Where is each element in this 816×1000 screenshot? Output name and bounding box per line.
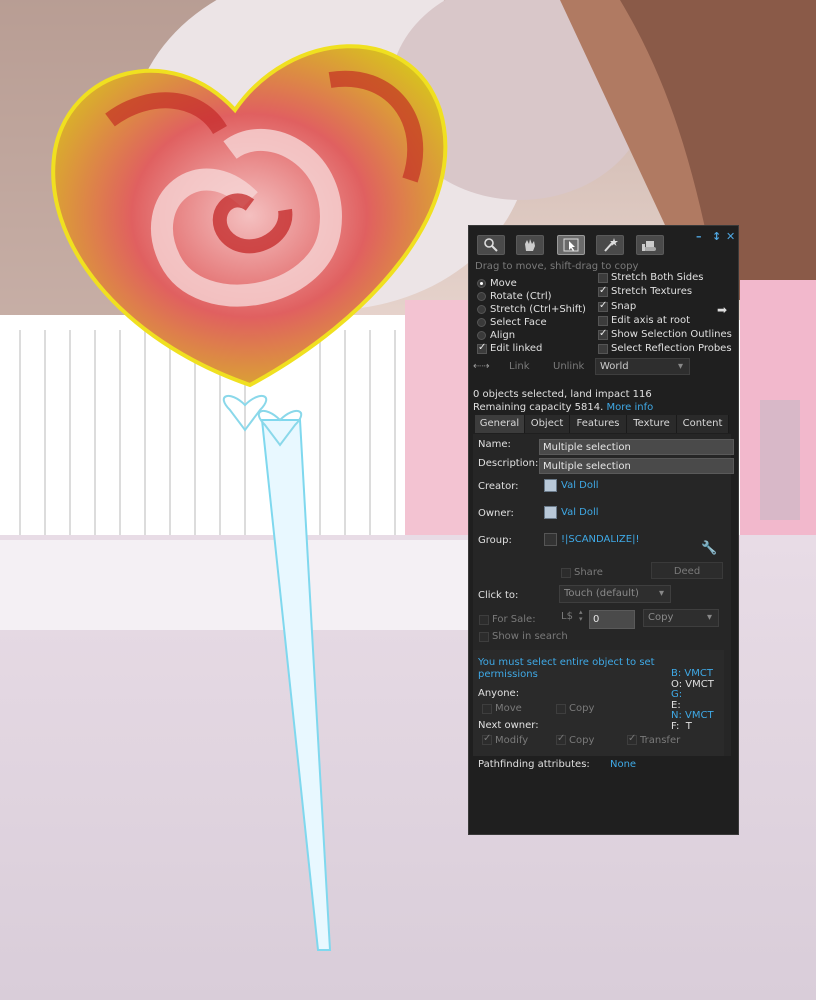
close-icon[interactable]: ✕ [726,230,735,243]
link-arrows-icon[interactable]: ⇠⇢ [473,361,490,372]
anyone-copy-checkbox[interactable] [556,704,566,714]
stretch-radio[interactable] [477,305,486,314]
anyone-label: Anyone: [478,688,520,699]
more-info-link[interactable]: More info [607,402,654,413]
sale-price-field[interactable]: 0 [589,610,635,629]
select-face-radio[interactable] [477,318,486,327]
select-reflection-probes-checkbox[interactable] [598,344,608,354]
snap-checkbox[interactable] [598,300,608,312]
tab-object[interactable]: Object [525,415,570,433]
edit-linked-label[interactable]: Edit linked [490,343,542,354]
for-sale-checkbox[interactable] [479,615,489,625]
anyone-move-checkbox[interactable] [482,704,492,714]
price-spinner-icon[interactable]: ▴ ▾ [579,609,583,623]
click-action-dropdown[interactable]: Touch (default) [559,585,671,603]
tab-texture[interactable]: Texture [627,415,677,433]
wrench-set-group-icon[interactable]: 🔧 [701,541,717,556]
focus-tool-button[interactable] [477,235,505,255]
next-owner-copy-label: Copy [569,735,595,746]
link-button[interactable]: Link [509,361,529,372]
grid-options-arrow-icon[interactable]: ➡ [717,303,727,317]
build-tools-floater: – ↕ ✕ Drag to move, shift-drag to copy M… [468,225,739,835]
pathfinding-value: None [610,759,637,770]
next-owner-modify-checkbox[interactable] [482,733,492,745]
align-radio[interactable] [477,331,486,340]
next-owner-modify-label: Modify [495,735,529,746]
name-label: Name: [478,439,511,450]
currency-label: L$ [561,611,573,622]
creator-label: Creator: [478,481,519,492]
select-reflection-probes-label[interactable]: Select Reflection Probes [611,343,732,354]
creator-link[interactable]: Val Doll [561,480,599,491]
next-owner-transfer-label: Transfer [640,735,681,746]
edit-axis-at-root-label[interactable]: Edit axis at root [611,315,690,326]
object-name-field[interactable]: Multiple selection [539,439,734,455]
tab-general[interactable]: General [475,415,525,433]
ruler-mode-dropdown[interactable]: World [595,358,690,375]
tab-content[interactable]: Content [677,415,729,433]
select-face-radio-label[interactable]: Select Face [490,317,547,328]
sale-type-dropdown[interactable]: Copy [643,609,719,627]
next-owner-transfer-checkbox[interactable] [627,733,637,745]
owner-link[interactable]: Val Doll [561,507,599,518]
next-owner-label: Next owner: [478,720,539,731]
share-label[interactable]: Share [574,567,603,578]
pathfinding-label: Pathfinding attributes: [478,759,590,770]
group-link[interactable]: !|SCANDALIZE|! [561,534,639,545]
show-selection-outlines-checkbox[interactable] [598,328,608,340]
stretch-both-sides-checkbox[interactable] [598,273,608,283]
anyone-move-label: Move [495,703,522,714]
tab-features[interactable]: Features [570,415,627,433]
object-description-field[interactable]: Multiple selection [539,458,734,474]
group-avatar [544,533,557,546]
create-tool-button[interactable] [596,235,624,255]
owner-avatar [544,506,557,519]
next-owner-copy-checkbox[interactable] [556,733,566,745]
move-tool-button[interactable] [516,235,544,255]
show-in-search-checkbox[interactable] [479,632,489,642]
land-tool-button[interactable] [636,235,664,255]
show-selection-outlines-label[interactable]: Show Selection Outlines [611,329,732,340]
edit-axis-at-root-checkbox[interactable] [598,316,608,326]
owner-label: Owner: [478,508,514,519]
perm-code-folded: F: T [671,720,692,732]
minimize-icon[interactable]: – [696,230,702,243]
snap-label[interactable]: Snap [611,301,636,312]
rotate-radio[interactable] [477,292,486,301]
stretch-textures-label[interactable]: Stretch Textures [611,286,692,297]
permission-codes: B: VMCT O: VMCT G: E: N: VMCT F: T [671,668,714,732]
dock-arrows-icon[interactable]: ↕ [712,230,721,243]
rotate-radio-label[interactable]: Rotate (Ctrl) [490,291,552,302]
move-radio[interactable] [477,279,486,288]
permissions-notice: You must select entire object to set per… [478,657,655,680]
anyone-copy-label: Copy [569,703,595,714]
stretch-both-sides-label[interactable]: Stretch Both Sides [611,272,704,283]
creator-avatar [544,479,557,492]
stretch-textures-checkbox[interactable] [598,285,608,297]
click-to-label: Click to: [478,590,519,601]
deed-button[interactable]: Deed [651,562,723,579]
selection-status: 0 objects selected, land impact 116 [473,389,652,400]
move-radio-label[interactable]: Move [490,278,517,289]
remaining-capacity: Remaining capacity 5814. More info [473,402,653,413]
unlink-button[interactable]: Unlink [553,361,584,372]
group-label: Group: [478,535,512,546]
for-sale-label: For Sale: [492,614,536,625]
stretch-radio-label[interactable]: Stretch (Ctrl+Shift) [490,304,586,315]
show-in-search-label: Show in search [492,631,568,642]
edit-tool-button[interactable] [557,235,585,255]
align-radio-label[interactable]: Align [490,330,515,341]
edit-linked-checkbox[interactable] [477,342,487,354]
tool-hint: Drag to move, shift-drag to copy [475,261,639,272]
description-label: Description: [478,458,539,469]
remaining-capacity-text: Remaining capacity 5814. [473,402,604,413]
share-checkbox[interactable] [561,568,571,578]
